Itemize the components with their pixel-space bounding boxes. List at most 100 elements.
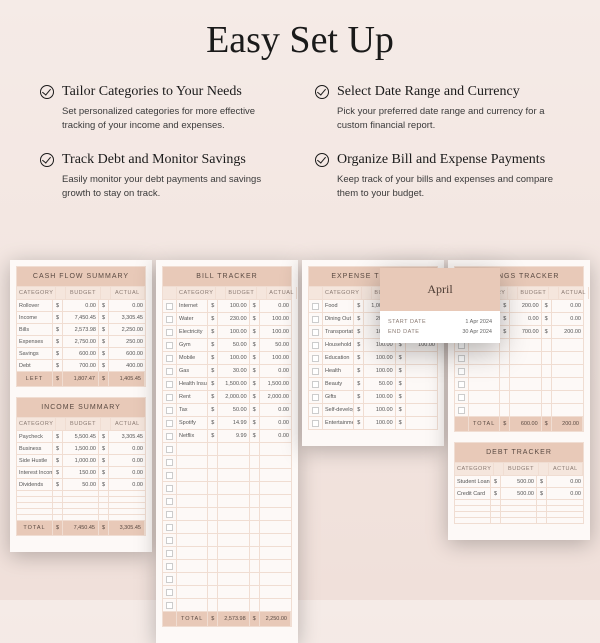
checkbox-icon[interactable]: [163, 352, 177, 364]
spreadsheet-showcase: CASH FLOW SUMMARY CATEGORY BUDGET ACTUAL…: [0, 260, 600, 600]
table-row: Side Hustle $1,000.00 $0.00: [16, 455, 146, 467]
total-budget: 2,573.98: [218, 612, 249, 626]
table-row: Savings $600.00 $600.00: [16, 348, 146, 360]
feature-title: Track Debt and Monitor Savings: [62, 152, 246, 168]
table-row: Rent $2,000.00 $2,000.00: [162, 391, 292, 404]
checkbox-icon[interactable]: [163, 521, 177, 533]
checkbox-icon[interactable]: [163, 404, 177, 416]
checkbox-icon[interactable]: [455, 365, 469, 377]
col-actual: ACTUAL: [549, 463, 583, 475]
checkbox-icon[interactable]: [309, 378, 323, 390]
table-row: [454, 378, 584, 391]
checkbox-icon[interactable]: [163, 430, 177, 442]
table-row: Electricity $100.00 $100.00: [162, 326, 292, 339]
table-row: Spotify $14.99 $0.00: [162, 417, 292, 430]
start-date-value: 1 Apr 2024: [465, 319, 492, 325]
table-row: Health $100.00 $: [308, 365, 438, 378]
feature-title: Select Date Range and Currency: [337, 84, 520, 100]
col-budget: BUDGET: [518, 287, 549, 299]
table-row: Expenses $2,750.00 $250.00: [16, 336, 146, 348]
checkbox-icon[interactable]: [309, 417, 323, 429]
page-title: Easy Set Up: [0, 0, 600, 84]
checkbox-icon[interactable]: [163, 417, 177, 429]
checkbox-icon[interactable]: [309, 391, 323, 403]
checkbox-icon[interactable]: [309, 313, 323, 325]
checkbox-icon[interactable]: [163, 365, 177, 377]
table-row: Beauty $50.00 $: [308, 378, 438, 391]
callout-month: April: [380, 268, 500, 311]
checkbox-icon[interactable]: [163, 378, 177, 390]
table-row: Netflix $9.99 $0.00: [162, 430, 292, 443]
checkbox-icon[interactable]: [163, 313, 177, 325]
table-row: [162, 599, 292, 612]
checkbox-icon[interactable]: [163, 391, 177, 403]
checkbox-icon[interactable]: [309, 404, 323, 416]
table-row: Self-development $100.00 $: [308, 404, 438, 417]
table-row: Health Insurance $1,500.00 $1,500.00: [162, 378, 292, 391]
check-circle-icon: [40, 153, 54, 167]
feature-item: Organize Bill and Expense Payments Keep …: [315, 152, 560, 202]
col-budget: BUDGET: [66, 418, 100, 430]
end-date-value: 30 Apr 2024: [462, 329, 492, 335]
feature-desc: Easily monitor your debt payments and sa…: [40, 173, 285, 202]
col-budget: BUDGET: [66, 287, 100, 299]
debt-tracker-panel: DEBT TRACKER CATEGORY BUDGET ACTUAL Stud…: [454, 442, 584, 524]
col-actual: ACTUAL: [559, 287, 589, 299]
checkbox-icon[interactable]: [455, 378, 469, 390]
table-row: [162, 560, 292, 573]
table-row: [162, 469, 292, 482]
table-row: [162, 443, 292, 456]
col-actual: ACTUAL: [111, 287, 145, 299]
table-row: Rollover $0.00 $0.00: [16, 300, 146, 312]
checkbox-icon[interactable]: [163, 469, 177, 481]
table-row: [162, 495, 292, 508]
checkbox-icon[interactable]: [163, 586, 177, 598]
col-actual: ACTUAL: [111, 418, 145, 430]
panel-title: CASH FLOW SUMMARY: [16, 266, 146, 287]
checkbox-icon[interactable]: [163, 339, 177, 351]
checkbox-icon[interactable]: [163, 443, 177, 455]
checkbox-icon[interactable]: [163, 482, 177, 494]
checkbox-icon[interactable]: [309, 365, 323, 377]
feature-item: Track Debt and Monitor Savings Easily mo…: [40, 152, 285, 202]
feature-item: Select Date Range and Currency Pick your…: [315, 84, 560, 134]
sheet-cashflow-income: CASH FLOW SUMMARY CATEGORY BUDGET ACTUAL…: [10, 260, 152, 552]
table-row: Gas $30.00 $0.00: [162, 365, 292, 378]
checkbox-icon[interactable]: [455, 404, 469, 416]
table-row: [162, 521, 292, 534]
checkbox-icon[interactable]: [163, 534, 177, 546]
table-row: Mobile $100.00 $100.00: [162, 352, 292, 365]
table-row: [454, 404, 584, 417]
checkbox-icon[interactable]: [309, 300, 323, 312]
checkbox-icon[interactable]: [163, 326, 177, 338]
panel-title: DEBT TRACKER: [454, 442, 584, 463]
checkbox-icon[interactable]: [163, 456, 177, 468]
table-row: Gym $50.00 $50.00: [162, 339, 292, 352]
table-row: Internet $100.00 $0.00: [162, 300, 292, 313]
checkbox-icon[interactable]: [163, 495, 177, 507]
col-category: CATEGORY: [17, 418, 56, 430]
feature-desc: Keep track of your bills and expenses an…: [315, 173, 560, 202]
total-actual: 200.00: [552, 417, 583, 431]
checkbox-icon[interactable]: [309, 352, 323, 364]
checkbox-icon[interactable]: [163, 599, 177, 611]
checkbox-icon[interactable]: [163, 508, 177, 520]
checkbox-icon[interactable]: [455, 391, 469, 403]
total-actual: 3,305.45: [109, 521, 145, 535]
panel-title: BILL TRACKER: [162, 266, 292, 287]
checkbox-icon[interactable]: [163, 573, 177, 585]
table-row: Credit Card $500.00 $0.00: [454, 488, 584, 500]
checkbox-icon[interactable]: [163, 560, 177, 572]
checkbox-icon[interactable]: [309, 326, 323, 338]
checkbox-icon[interactable]: [163, 547, 177, 559]
col-actual: ACTUAL: [267, 287, 297, 299]
checkbox-icon[interactable]: [163, 300, 177, 312]
checkbox-icon[interactable]: [309, 339, 323, 351]
total-budget: 7,450.45: [63, 521, 99, 535]
feature-title: Tailor Categories to Your Needs: [62, 84, 242, 100]
table-row: Business $1,500.00 $0.00: [16, 443, 146, 455]
table-row: [162, 534, 292, 547]
table-row: Water $230.00 $100.00: [162, 313, 292, 326]
checkbox-icon[interactable]: [455, 352, 469, 364]
col-category: CATEGORY: [455, 463, 494, 475]
